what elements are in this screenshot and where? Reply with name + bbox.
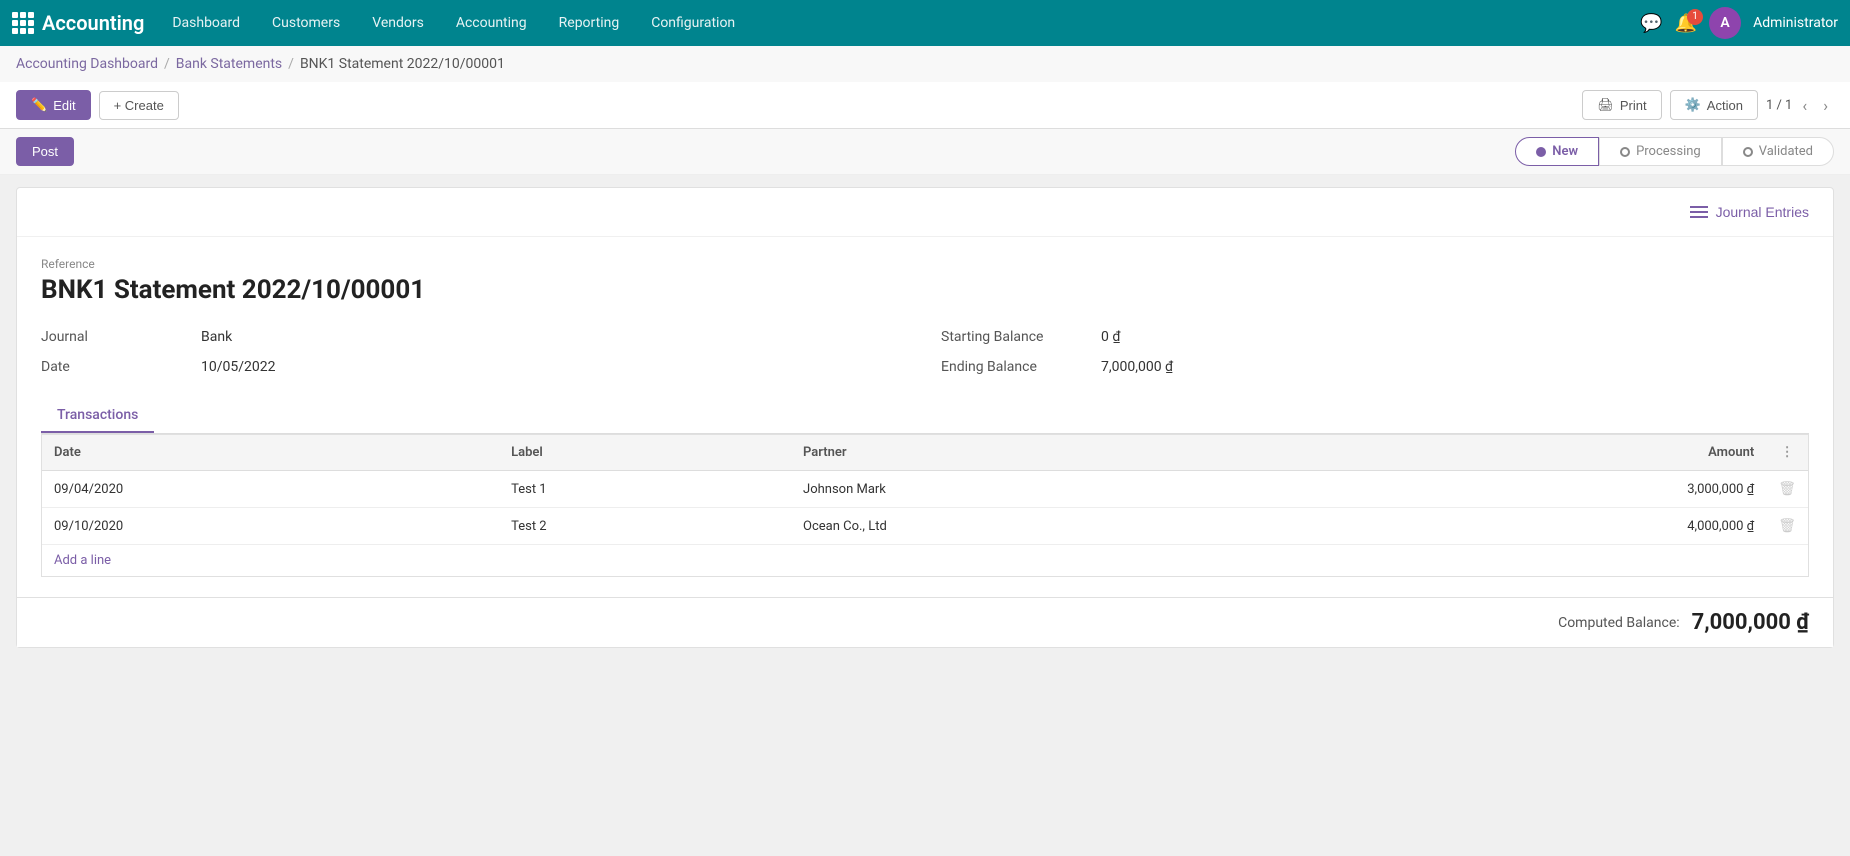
date-field: Date 10/05/2022 (41, 359, 909, 375)
computed-balance-value: 7,000,000 ₫ (1692, 610, 1809, 635)
main-menu: Dashboard Customers Vendors Accounting R… (156, 0, 1640, 46)
topnav-right: 💬 🔔 1 A Administrator (1640, 7, 1838, 39)
step-new-dot (1536, 147, 1546, 157)
tabs: Transactions (41, 399, 1809, 434)
row1-amount: 3,000,000 ₫ (1320, 471, 1766, 508)
breadcrumb-accounting-dashboard[interactable]: Accounting Dashboard (16, 56, 158, 72)
reference-label: Reference (41, 257, 1809, 271)
gear-icon: ⚙️ (1685, 97, 1701, 113)
row2-amount: 4,000,000 ₫ (1320, 508, 1766, 545)
transactions-table: Date Label Partner Amount ⋮ 09/04/2020 T… (41, 434, 1809, 577)
ending-balance-field: Ending Balance 7,000,000 ₫ (941, 359, 1809, 375)
table-row: 09/04/2020 Test 1 Johnson Mark 3,000,000… (42, 471, 1808, 508)
col-amount: Amount (1320, 435, 1766, 471)
row1-label: Test 1 (499, 471, 791, 508)
breadcrumb-bank-statements[interactable]: Bank Statements (176, 56, 282, 72)
prev-record-arrow[interactable]: ‹ (1796, 94, 1813, 117)
row2-date: 09/10/2020 (42, 508, 499, 545)
step-new-label: New (1552, 144, 1578, 159)
col-label: Label (499, 435, 791, 471)
status-bar: Post New Processing Validated (0, 129, 1850, 175)
step-validated-label: Validated (1759, 144, 1813, 159)
status-steps: New Processing Validated (1515, 137, 1834, 166)
row1-date: 09/04/2020 (42, 471, 499, 508)
starting-balance-value: 0 ₫ (1101, 329, 1120, 345)
step-new[interactable]: New (1515, 137, 1599, 166)
col-date: Date (42, 435, 499, 471)
field-group-left: Journal Bank Date 10/05/2022 (41, 329, 909, 375)
journal-label: Journal (41, 329, 201, 345)
nav-count: 1 / 1 (1766, 98, 1792, 113)
date-value: 10/05/2022 (201, 359, 276, 375)
ending-balance-label: Ending Balance (941, 359, 1101, 375)
print-icon: 🖨 (1597, 97, 1614, 113)
card-header: Journal Entries (17, 188, 1833, 237)
card-body: Reference BNK1 Statement 2022/10/00001 J… (17, 237, 1833, 597)
next-record-arrow[interactable]: › (1817, 94, 1834, 117)
action-button[interactable]: ⚙️ Action (1670, 90, 1758, 120)
add-line[interactable]: Add a line (42, 545, 1808, 576)
computed-balance-label: Computed Balance: (1558, 615, 1680, 631)
row2-label: Test 2 (499, 508, 791, 545)
record-navigation: 1 / 1 ‹ › (1766, 94, 1834, 117)
edit-icon: ✏️ (31, 97, 47, 113)
toolbar: ✏️ Edit + Create 🖨 Print ⚙️ Action 1 / 1… (0, 82, 1850, 129)
app-name: Accounting (42, 11, 144, 35)
delete-icon: 🗑 (1778, 481, 1796, 497)
record-title: BNK1 Statement 2022/10/00001 (41, 275, 1809, 305)
starting-balance-label: Starting Balance (941, 329, 1101, 345)
print-button[interactable]: 🖨 Print (1582, 90, 1661, 120)
chat-icon[interactable]: 💬 (1640, 13, 1662, 34)
hamburger-icon (1690, 206, 1708, 218)
col-partner: Partner (791, 435, 1320, 471)
journal-field: Journal Bank (41, 329, 909, 345)
starting-balance-field: Starting Balance 0 ₫ (941, 329, 1809, 345)
step-processing[interactable]: Processing (1599, 137, 1722, 166)
grid-icon (12, 12, 34, 34)
step-validated-dot (1743, 147, 1753, 157)
top-navigation: Accounting Dashboard Customers Vendors A… (0, 0, 1850, 46)
breadcrumb-current: BNK1 Statement 2022/10/00001 (300, 56, 505, 72)
journal-value: Bank (201, 329, 232, 345)
step-processing-dot (1620, 147, 1630, 157)
tab-transactions[interactable]: Transactions (41, 399, 154, 433)
field-group-right: Starting Balance 0 ₫ Ending Balance 7,00… (941, 329, 1809, 375)
table-row: 09/10/2020 Test 2 Ocean Co., Ltd 4,000,0… (42, 508, 1808, 545)
row2-partner: Ocean Co., Ltd (791, 508, 1320, 545)
nav-item-reporting[interactable]: Reporting (543, 0, 636, 46)
journal-entries-button[interactable]: Journal Entries (1682, 200, 1817, 224)
fields-grid: Journal Bank Date 10/05/2022 Starting Ba… (41, 329, 1809, 375)
date-label: Date (41, 359, 201, 375)
edit-button[interactable]: ✏️ Edit (16, 90, 91, 120)
notification-bell[interactable]: 🔔 1 (1675, 13, 1697, 34)
create-button[interactable]: + Create (99, 91, 179, 120)
post-button[interactable]: Post (16, 137, 74, 166)
admin-name[interactable]: Administrator (1753, 15, 1838, 31)
nav-item-vendors[interactable]: Vendors (356, 0, 440, 46)
notification-badge: 1 (1687, 9, 1703, 25)
nav-item-configuration[interactable]: Configuration (635, 0, 751, 46)
row1-delete[interactable]: 🗑 (1766, 471, 1808, 508)
col-options[interactable]: ⋮ (1766, 435, 1808, 471)
footer-bar: Computed Balance: 7,000,000 ₫ (17, 597, 1833, 647)
row1-partner: Johnson Mark (791, 471, 1320, 508)
record-card: Journal Entries Reference BNK1 Statement… (16, 187, 1834, 648)
row2-delete[interactable]: 🗑 (1766, 508, 1808, 545)
nav-item-dashboard[interactable]: Dashboard (156, 0, 256, 46)
avatar: A (1709, 7, 1741, 39)
main-content: Journal Entries Reference BNK1 Statement… (0, 175, 1850, 676)
ending-balance-value: 7,000,000 ₫ (1101, 359, 1173, 375)
nav-item-customers[interactable]: Customers (256, 0, 356, 46)
step-validated[interactable]: Validated (1722, 137, 1834, 166)
app-logo[interactable]: Accounting (12, 11, 144, 35)
nav-item-accounting[interactable]: Accounting (440, 0, 543, 46)
delete-icon: 🗑 (1778, 518, 1796, 534)
breadcrumb: Accounting Dashboard / Bank Statements /… (0, 46, 1850, 82)
step-processing-label: Processing (1636, 144, 1701, 159)
